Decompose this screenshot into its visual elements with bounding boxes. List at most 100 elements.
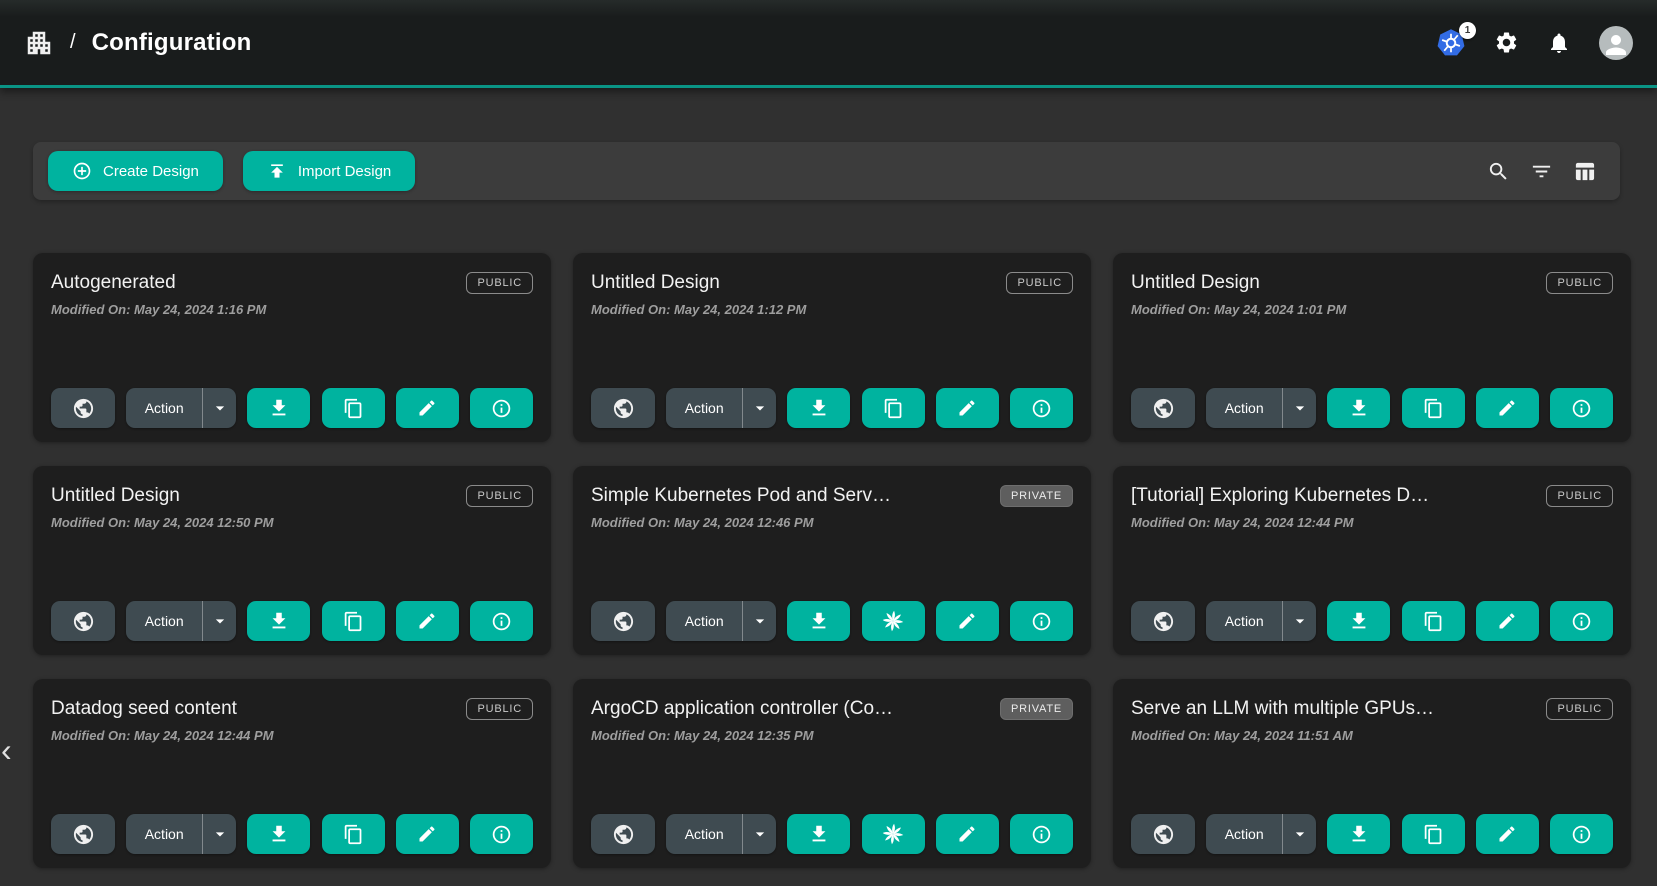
edit-button[interactable]: [1476, 814, 1539, 854]
clone-button[interactable]: [1402, 601, 1465, 641]
visibility-globe-button[interactable]: [591, 601, 655, 641]
info-button[interactable]: [1550, 388, 1613, 428]
pencil-icon: [417, 824, 437, 844]
info-button[interactable]: [1010, 601, 1073, 641]
visibility-globe-button[interactable]: [591, 388, 655, 428]
app-header: / Configuration 1: [0, 0, 1657, 88]
search-icon[interactable]: [1487, 160, 1510, 183]
action-label: Action: [126, 601, 202, 641]
download-button[interactable]: [247, 388, 310, 428]
edit-button[interactable]: [396, 814, 459, 854]
action-label: Action: [666, 601, 742, 641]
caret-down-icon[interactable]: [203, 814, 236, 854]
visibility-globe-button[interactable]: [591, 814, 655, 854]
caret-down-icon[interactable]: [743, 814, 776, 854]
table-view-icon[interactable]: [1573, 160, 1596, 183]
edit-button[interactable]: [396, 388, 459, 428]
design-title: ArgoCD application controller (Co…: [591, 697, 905, 721]
pencil-icon: [957, 824, 977, 844]
action-dropdown-button[interactable]: Action: [1206, 388, 1316, 428]
caret-down-icon[interactable]: [743, 388, 776, 428]
download-icon: [808, 397, 830, 419]
visibility-globe-button[interactable]: [1131, 814, 1195, 854]
swirl-design-icon: [881, 822, 905, 846]
download-button[interactable]: [787, 388, 850, 428]
download-button[interactable]: [247, 601, 310, 641]
avatar[interactable]: [1599, 26, 1633, 60]
download-button[interactable]: [1327, 388, 1390, 428]
visibility-globe-button[interactable]: [1131, 601, 1195, 641]
clone-button[interactable]: [322, 388, 385, 428]
gear-icon[interactable]: [1494, 30, 1519, 55]
action-dropdown-button[interactable]: Action: [666, 814, 776, 854]
modified-timestamp: Modified On: May 24, 2024 12:44 PM: [1131, 515, 1613, 530]
clone-button[interactable]: [862, 601, 925, 641]
download-button[interactable]: [1327, 601, 1390, 641]
visibility-globe-button[interactable]: [51, 388, 115, 428]
info-button[interactable]: [1550, 814, 1613, 854]
clone-button[interactable]: [862, 388, 925, 428]
clone-button[interactable]: [862, 814, 925, 854]
card-actions: Action: [591, 388, 1073, 428]
info-button[interactable]: [470, 814, 533, 854]
info-button[interactable]: [1010, 388, 1073, 428]
action-dropdown-button[interactable]: Action: [1206, 601, 1316, 641]
action-dropdown-button[interactable]: Action: [126, 814, 236, 854]
edit-button[interactable]: [936, 814, 999, 854]
caret-down-icon[interactable]: [1283, 601, 1316, 641]
clone-button[interactable]: [322, 601, 385, 641]
download-icon: [268, 397, 290, 419]
download-button[interactable]: [787, 601, 850, 641]
info-button[interactable]: [1010, 814, 1073, 854]
design-title: Untitled Design: [591, 271, 732, 295]
clone-button[interactable]: [322, 814, 385, 854]
caret-down-icon[interactable]: [203, 601, 236, 641]
caret-down-icon[interactable]: [1283, 388, 1316, 428]
copy-icon: [343, 398, 364, 419]
building-icon[interactable]: [24, 28, 54, 58]
edit-button[interactable]: [396, 601, 459, 641]
caret-down-icon[interactable]: [743, 601, 776, 641]
visibility-chip: PRIVATE: [1000, 698, 1073, 720]
visibility-globe-button[interactable]: [1131, 388, 1195, 428]
action-dropdown-button[interactable]: Action: [126, 601, 236, 641]
pencil-icon: [1497, 611, 1517, 631]
clone-button[interactable]: [1402, 814, 1465, 854]
bell-icon[interactable]: [1547, 31, 1571, 55]
import-design-button[interactable]: Import Design: [243, 151, 415, 191]
action-dropdown-button[interactable]: Action: [1206, 814, 1316, 854]
action-dropdown-button[interactable]: Action: [126, 388, 236, 428]
edit-button[interactable]: [1476, 601, 1539, 641]
create-design-button[interactable]: Create Design: [48, 151, 223, 191]
edit-button[interactable]: [936, 388, 999, 428]
visibility-globe-button[interactable]: [51, 601, 115, 641]
info-button[interactable]: [1550, 601, 1613, 641]
visibility-chip: PUBLIC: [466, 272, 533, 294]
collapse-chevron-icon[interactable]: ‹: [1, 734, 12, 766]
design-card: Autogenerated PUBLIC Modified On: May 24…: [33, 253, 551, 442]
modified-timestamp: Modified On: May 24, 2024 12:46 PM: [591, 515, 1073, 530]
design-card: [Tutorial] Exploring Kubernetes D… PUBLI…: [1113, 466, 1631, 655]
edit-button[interactable]: [1476, 388, 1539, 428]
download-button[interactable]: [787, 814, 850, 854]
clone-button[interactable]: [1402, 388, 1465, 428]
download-icon: [268, 610, 290, 632]
filter-icon[interactable]: [1530, 160, 1553, 183]
kubernetes-context-icon[interactable]: 1: [1436, 28, 1466, 58]
pencil-icon: [1497, 824, 1517, 844]
add-circle-icon: [72, 161, 92, 181]
action-dropdown-button[interactable]: Action: [666, 388, 776, 428]
caret-down-icon[interactable]: [1283, 814, 1316, 854]
design-card: Serve an LLM with multiple GPUs… PUBLIC …: [1113, 679, 1631, 868]
info-button[interactable]: [470, 388, 533, 428]
globe-icon: [1152, 823, 1175, 846]
visibility-globe-button[interactable]: [51, 814, 115, 854]
action-dropdown-button[interactable]: Action: [666, 601, 776, 641]
design-card: Untitled Design PUBLIC Modified On: May …: [573, 253, 1091, 442]
download-button[interactable]: [247, 814, 310, 854]
download-button[interactable]: [1327, 814, 1390, 854]
edit-button[interactable]: [936, 601, 999, 641]
info-button[interactable]: [470, 601, 533, 641]
caret-down-icon[interactable]: [203, 388, 236, 428]
design-title: [Tutorial] Exploring Kubernetes D…: [1131, 484, 1441, 508]
